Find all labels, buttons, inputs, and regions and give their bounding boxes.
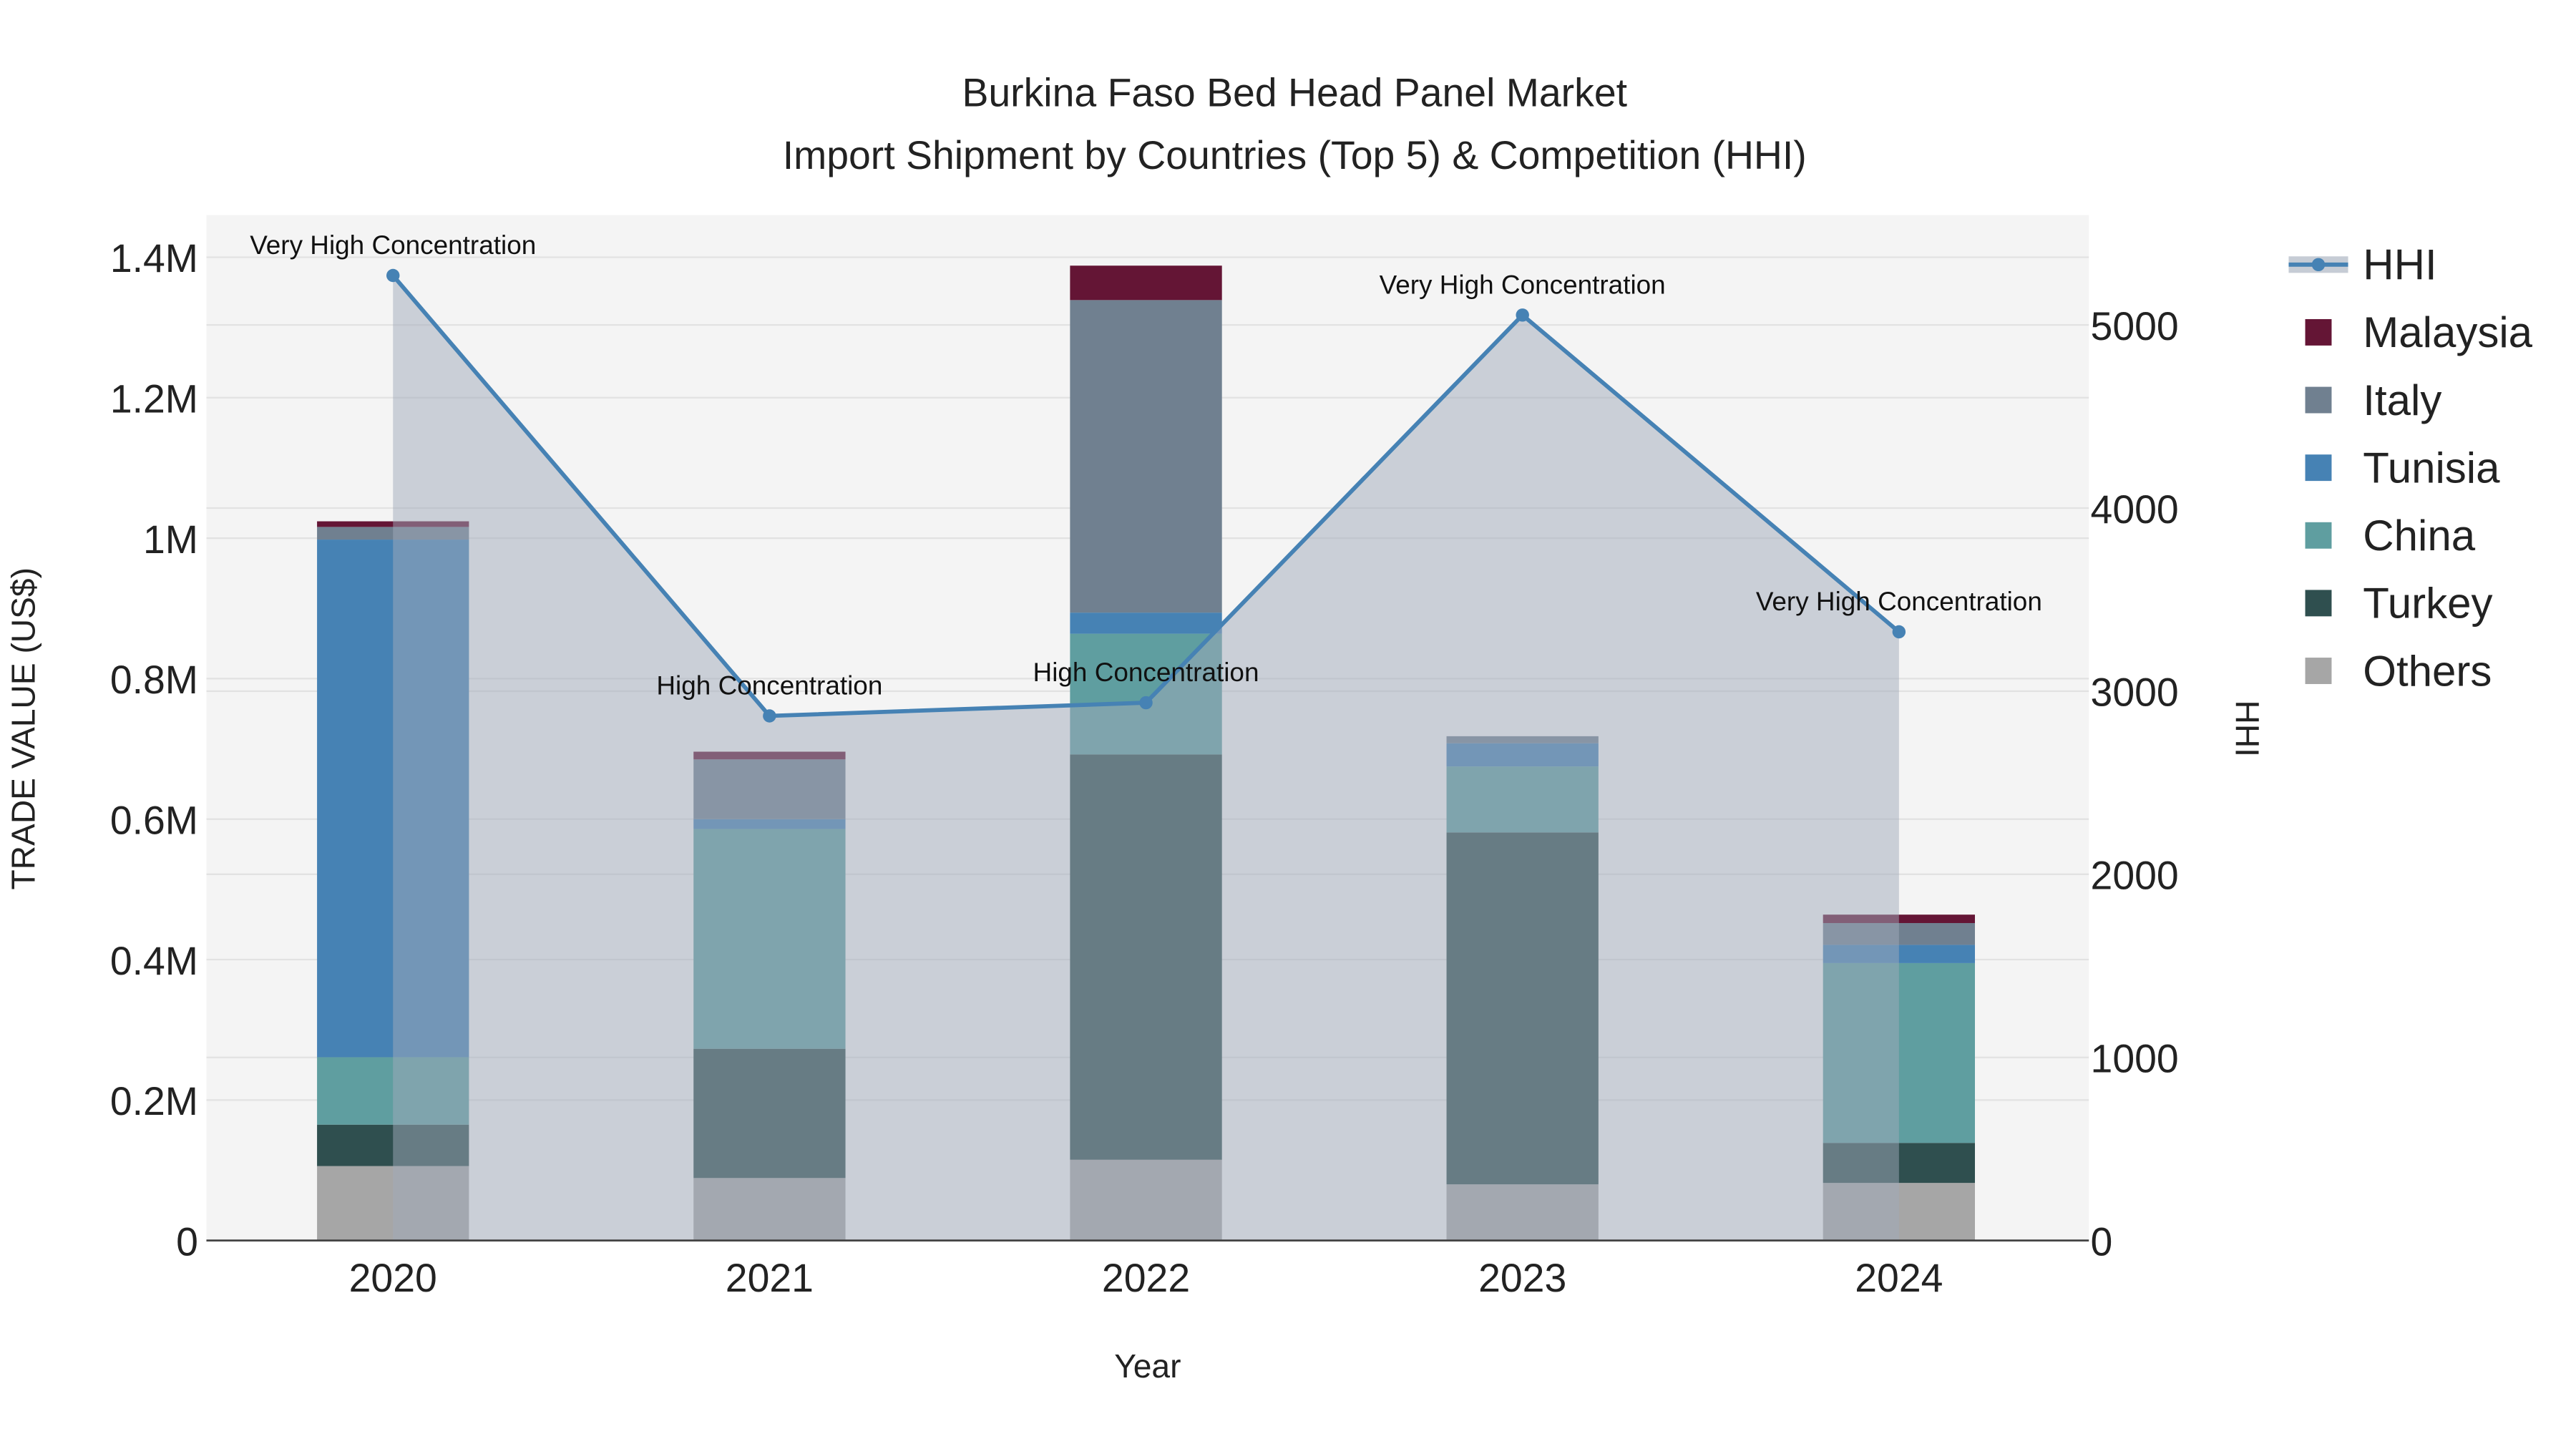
y-tick-label: 1.2M xyxy=(110,377,198,421)
y-tick-label: 1M xyxy=(143,517,198,562)
y2-axis-label: HHI xyxy=(2229,701,2266,757)
y2-tick-label: 0 xyxy=(2091,1219,2113,1264)
y2-tick-label: 3000 xyxy=(2091,670,2179,715)
y-tick-label: 1.4M xyxy=(110,236,198,280)
legend-label: Italy xyxy=(2363,376,2441,424)
hhi-annotation: Very High Concentration xyxy=(1380,270,1666,299)
hhi-point xyxy=(386,268,400,283)
chart-subtitle: Import Shipment by Countries (Top 5) & C… xyxy=(783,133,1807,177)
legend-label: China xyxy=(2363,512,2475,560)
hhi-annotation: Very High Concentration xyxy=(1756,587,2042,616)
x-tick-label: 2022 xyxy=(1102,1256,1190,1300)
y2-tick-label: 1000 xyxy=(2091,1037,2179,1081)
hhi-point xyxy=(1892,625,1906,639)
chart: Very High Concentration High Concentratio… xyxy=(0,0,2576,1449)
legend-swatch-others xyxy=(2305,658,2332,684)
bar-malaysia xyxy=(1070,265,1222,301)
y-tick-label: 0.8M xyxy=(110,658,198,702)
x-tick-label: 2023 xyxy=(1478,1256,1566,1300)
x-axis-label: Year xyxy=(1114,1347,1181,1385)
legend-label: HHI xyxy=(2363,241,2436,289)
legend-swatch-china xyxy=(2305,522,2332,549)
hhi-point xyxy=(763,709,776,723)
hhi-annotation: High Concentration xyxy=(1033,658,1259,687)
y-tick-label: 0.4M xyxy=(110,939,198,983)
legend-swatch-tunisia xyxy=(2305,454,2332,482)
x-tick-label: 2021 xyxy=(726,1256,814,1300)
hhi-point xyxy=(1516,308,1529,322)
bar-italy xyxy=(1070,300,1222,613)
legend-swatch-italy xyxy=(2305,386,2332,414)
x-tick-label: 2020 xyxy=(349,1256,437,1300)
y-axis-label: TRADE VALUE (US$) xyxy=(4,567,42,889)
legend-swatch-turkey xyxy=(2305,590,2332,617)
legend-label: Tunisia xyxy=(2363,444,2500,492)
y2-tick-label: 2000 xyxy=(2091,854,2179,898)
hhi-annotation: High Concentration xyxy=(656,670,882,700)
hhi-point xyxy=(1139,696,1153,710)
legend-label: Turkey xyxy=(2363,580,2492,628)
y2-tick-label: 4000 xyxy=(2091,487,2179,532)
chart-title: Burkina Faso Bed Head Panel Market xyxy=(962,70,1627,114)
legend-marker-hhi xyxy=(2311,258,2326,272)
x-tick-label: 2024 xyxy=(1855,1256,1943,1300)
y-tick-label: 0.2M xyxy=(110,1079,198,1123)
bar-tunisia xyxy=(1070,613,1222,634)
legend-label: Others xyxy=(2363,647,2492,695)
legend-label: Malaysia xyxy=(2363,308,2532,356)
y-tick-label: 0.6M xyxy=(110,798,198,842)
legend-swatch-malaysia xyxy=(2305,318,2332,346)
hhi-annotation: Very High Concentration xyxy=(250,230,536,260)
y2-tick-label: 5000 xyxy=(2091,304,2179,348)
y-tick-label: 0 xyxy=(176,1219,198,1264)
